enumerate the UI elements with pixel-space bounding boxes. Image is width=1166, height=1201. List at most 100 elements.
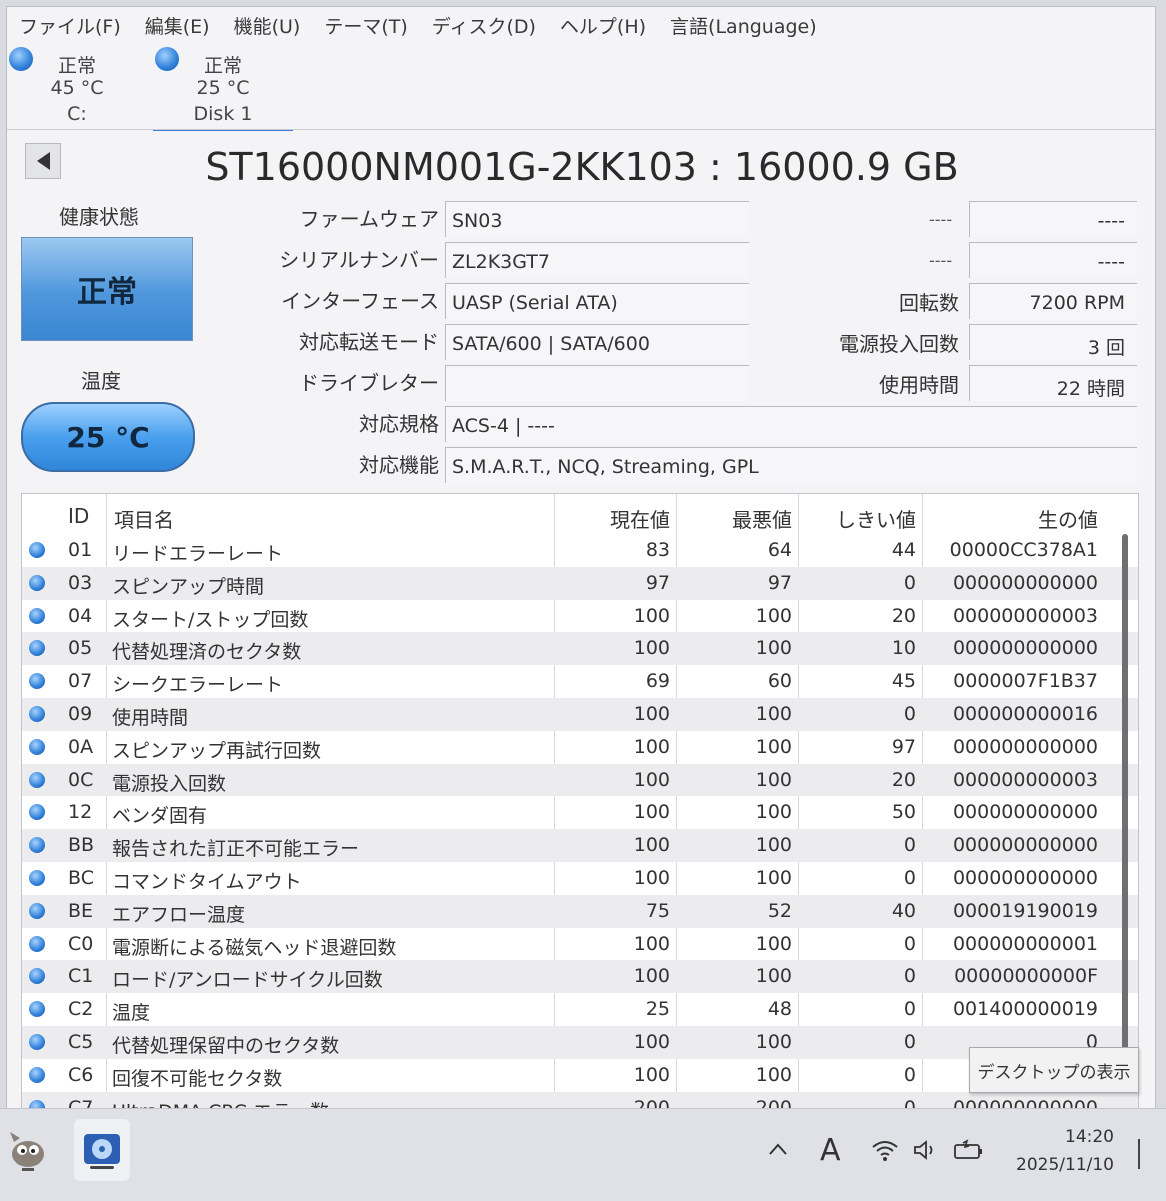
cell-name: シークエラーレート — [112, 674, 284, 697]
cell-id: 03 — [68, 571, 93, 594]
cell-current: 100 — [633, 1063, 670, 1086]
cell-threshold: 20 — [891, 604, 916, 627]
cell-name: スタート/ストップ回数 — [112, 608, 309, 631]
cell-name: リードエラーレート — [112, 543, 284, 565]
cell-name: 電源投入回数 — [112, 772, 227, 795]
status-dot-icon — [29, 1066, 45, 1083]
table-row[interactable]: 0C 電源投入回数 100 100 20 000000000003 — [22, 763, 1138, 797]
table-row[interactable]: C2 温度 25 48 0 001400000019 — [22, 993, 1138, 1026]
header-name[interactable]: 項目名 — [114, 504, 174, 533]
serial-value: ZL2K3GT7 — [445, 242, 749, 278]
chevron-up-icon[interactable] — [766, 1137, 790, 1161]
cell-name: スピンアップ時間 — [112, 575, 265, 598]
menu-file[interactable]: ファイル(F) — [7, 12, 133, 39]
disk-temp: 25 °C — [196, 77, 250, 99]
crystaldiskinfo-app-icon[interactable] — [74, 1119, 130, 1181]
status-dot-icon — [29, 935, 45, 952]
status-dot-icon — [29, 804, 45, 821]
disk-tab-disk1[interactable]: 正常 25 °C Disk 1 — [153, 45, 293, 131]
table-row[interactable]: BB 報告された訂正不可能エラー 100 100 0 000000000000 — [22, 829, 1138, 862]
dash-placeholder: ---- — [929, 210, 953, 229]
menu-help[interactable]: ヘルプ(H) — [548, 12, 658, 39]
gimp-app-icon[interactable] — [6, 1125, 50, 1175]
cell-id: 0C — [68, 768, 94, 791]
header-raw[interactable]: 生の値 — [1038, 504, 1098, 533]
cell-id: BC — [68, 866, 94, 889]
table-row[interactable]: 0A スピンアップ再試行回数 100 100 97 000000000000 — [22, 731, 1138, 764]
cell-threshold: 45 — [891, 670, 916, 693]
health-status-badge[interactable]: 正常 — [21, 237, 193, 341]
menu-edit[interactable]: 編集(E) — [133, 12, 222, 39]
health-status-icon — [9, 47, 33, 71]
health-status-icon — [155, 47, 179, 71]
rotation-label: 回転数 — [899, 291, 959, 315]
cell-id: C2 — [68, 998, 94, 1021]
wifi-icon[interactable] — [870, 1137, 900, 1163]
previous-disk-button[interactable] — [25, 143, 61, 179]
cell-worst: 100 — [755, 932, 792, 955]
header-threshold[interactable]: しきい値 — [836, 504, 916, 533]
menu-disk[interactable]: ディスク(D) — [420, 12, 548, 39]
speaker-icon[interactable] — [910, 1137, 940, 1163]
firmware-value: SN03 — [445, 201, 749, 237]
cell-id: C6 — [68, 1063, 94, 1086]
cell-id: 12 — [68, 801, 93, 824]
cell-raw: 000000000000 — [952, 834, 1098, 857]
cell-raw: 000000000016 — [952, 702, 1098, 725]
cell-id: 04 — [68, 604, 93, 627]
clock-time[interactable]: 14:20 — [1065, 1127, 1114, 1147]
clock-date[interactable]: 2025/11/10 — [1016, 1155, 1114, 1175]
cell-worst: 60 — [767, 670, 792, 693]
temperature-badge[interactable]: 25 °C — [21, 402, 195, 472]
show-desktop-button[interactable] — [1138, 1139, 1140, 1169]
cell-threshold: 0 — [903, 965, 916, 988]
disk-tab-c[interactable]: 正常 45 °C C: — [7, 45, 147, 129]
menu-theme[interactable]: テーマ(T) — [312, 12, 419, 39]
cell-threshold: 0 — [903, 1063, 916, 1086]
cell-raw: 000000000000 — [952, 571, 1098, 594]
table-row[interactable]: 05 代替処理済のセクタ数 100 100 10 000000000000 — [22, 632, 1138, 666]
arrow-left-icon — [36, 152, 50, 170]
table-row[interactable]: 01 リードエラーレート 83 64 44 00000CC378A1 — [22, 534, 1138, 567]
cell-raw: 00000000000F — [954, 965, 1098, 988]
cell-current: 97 — [645, 571, 670, 594]
status-dot-icon — [29, 607, 45, 624]
status-dot-icon — [29, 673, 45, 690]
table-row[interactable]: 03 スピンアップ時間 97 97 0 000000000000 — [22, 566, 1138, 600]
table-row[interactable]: C0 電源断による磁気ヘッド退避回数 100 100 0 000000000001 — [22, 928, 1138, 961]
header-worst[interactable]: 最悪値 — [732, 504, 792, 533]
cell-id: 01 — [68, 539, 93, 561]
battery-icon[interactable] — [952, 1137, 986, 1163]
status-dot-icon — [29, 574, 45, 591]
menu-language[interactable]: 言語(Language) — [658, 12, 829, 39]
status-dot-icon — [29, 869, 45, 886]
cell-current: 100 — [633, 702, 670, 725]
show-desktop-tooltip: デスクトップの表示 — [969, 1047, 1139, 1093]
cell-threshold: 0 — [903, 998, 916, 1021]
vertical-scrollbar[interactable] — [1122, 534, 1128, 1054]
cell-worst: 100 — [755, 801, 792, 824]
cell-current: 100 — [633, 637, 670, 660]
header-id[interactable]: ID — [68, 504, 89, 528]
table-row[interactable]: 09 使用時間 100 100 0 000000000016 — [22, 697, 1138, 731]
cell-id: C1 — [68, 965, 94, 988]
cell-raw: 00000CC378A1 — [949, 539, 1098, 561]
cell-raw: 000000000000 — [952, 735, 1098, 758]
table-row[interactable]: BC コマンドタイムアウト 100 100 0 000000000000 — [22, 862, 1138, 895]
table-row[interactable]: 07 シークエラーレート 69 60 45 0000007F1B37 — [22, 665, 1138, 698]
table-row[interactable]: BE エアフロー温度 75 52 40 000019190019 — [22, 894, 1138, 928]
cell-threshold: 20 — [891, 768, 916, 791]
cell-worst: 100 — [755, 1030, 792, 1053]
ime-indicator[interactable]: A — [820, 1133, 841, 1168]
table-row[interactable]: 12 ベンダ固有 100 100 50 000000000000 — [22, 796, 1138, 829]
serial-label: シリアルナンバー — [279, 248, 439, 272]
smart-table[interactable]: ID 項目名 現在値 最悪値 しきい値 生の値 01 リードエラーレート 83 64 4… — [21, 493, 1139, 1109]
table-row[interactable]: 04 スタート/ストップ回数 100 100 20 000000000003 — [22, 600, 1138, 633]
health-label: 健康状態 — [59, 205, 139, 229]
interface-value: UASP (Serial ATA) — [445, 283, 749, 319]
table-row[interactable]: C1 ロード/アンロードサイクル回数 100 100 0 00000000000F — [22, 960, 1138, 994]
cell-worst: 52 — [767, 899, 792, 922]
menu-function[interactable]: 機能(U) — [222, 12, 313, 39]
header-current[interactable]: 現在値 — [610, 504, 670, 533]
cell-current: 100 — [633, 834, 670, 857]
